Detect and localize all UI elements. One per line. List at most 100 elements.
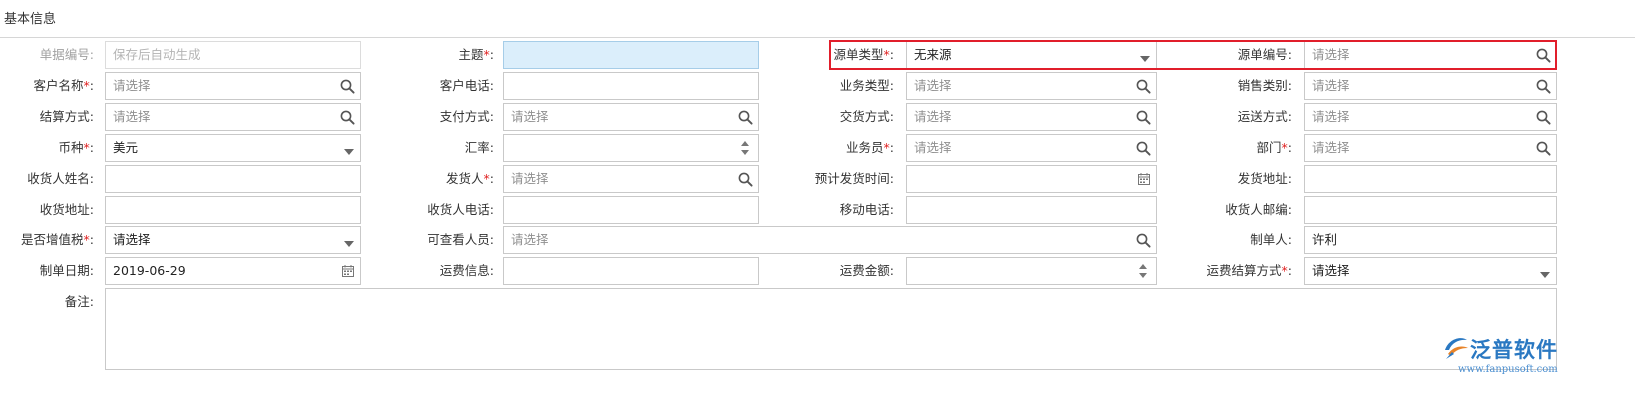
form-row: 收货人姓名: 发货人*: 请选择 预计发货时间: 发货地址: (0, 165, 1635, 193)
field-label-text: 汇率: (464, 140, 494, 155)
field-label: 汇率: (400, 134, 494, 162)
field-label: 业务员*: (800, 134, 894, 162)
收货人电话-input-field[interactable] (503, 196, 759, 224)
运费信息-input-field[interactable] (503, 257, 759, 285)
label-colon: : (1287, 263, 1292, 278)
运费结算方式-select-field[interactable]: 请选择 (1304, 257, 1557, 285)
支付方式-lookup-field[interactable]: 请选择 (503, 103, 759, 131)
calendar-icon[interactable] (1138, 173, 1150, 185)
销售类别-lookup-field[interactable]: 请选择 (1304, 72, 1557, 100)
label-colon: : (889, 140, 894, 155)
search-icon[interactable] (1536, 79, 1551, 94)
field-label: 发货人*: (400, 165, 494, 193)
search-icon[interactable] (340, 110, 355, 125)
field-label: 销售类别: (1200, 72, 1292, 100)
收货人邮编-input-field[interactable] (1304, 196, 1557, 224)
运送方式-lookup-field[interactable]: 请选择 (1304, 103, 1557, 131)
field-label-text: 可查看人员: (427, 232, 494, 247)
form-row: 是否增值税*: 请选择 可查看人员: 请选择 制单人: 许利 (0, 226, 1635, 254)
制单人-input-field[interactable]: 许利 (1304, 226, 1557, 254)
收货地址-input-field[interactable] (105, 196, 361, 224)
运费金额-number-field[interactable] (906, 257, 1157, 285)
发货地址-input-field[interactable] (1304, 165, 1557, 193)
field-label: 收货人姓名: (0, 165, 94, 193)
label-colon: : (89, 78, 94, 93)
calendar-icon[interactable] (342, 265, 354, 277)
客户电话-input-field[interactable] (503, 72, 759, 100)
交货方式-lookup-field[interactable]: 请选择 (906, 103, 1157, 131)
部门-lookup-field[interactable]: 请选择 (1304, 134, 1557, 162)
预计发货时间-date-field[interactable] (906, 165, 1157, 193)
币种-select-field[interactable]: 美元 (105, 134, 361, 162)
spinner-icon[interactable] (1138, 262, 1148, 280)
form-row: 币种*: 美元 汇率: 业务员*: 请选择 部门*: 请选择 (0, 134, 1635, 162)
search-icon[interactable] (1136, 110, 1151, 125)
search-icon[interactable] (1536, 141, 1551, 156)
客户名称-lookup-field[interactable]: 请选择 (105, 72, 361, 100)
收货人姓名-input-field[interactable] (105, 165, 361, 193)
field-value: 请选择 (1312, 47, 1350, 62)
form-row: 收货地址: 收货人电话: 移动电话: 收货人邮编: (0, 196, 1635, 224)
caret-down-icon[interactable] (343, 145, 355, 155)
label-colon: : (89, 232, 94, 247)
源单编号-lookup-field[interactable]: 请选择 (1304, 41, 1557, 69)
field-label-text: 运费信息: (439, 263, 494, 278)
field-label: 单据编号: (0, 41, 94, 69)
search-icon[interactable] (1536, 110, 1551, 125)
field-label: 运费信息: (400, 257, 494, 285)
field-label-text: 预计发货时间: (814, 171, 894, 186)
field-label-text: 收货人电话: (427, 202, 494, 217)
field-label: 收货人邮编: (1200, 196, 1292, 224)
search-icon[interactable] (738, 172, 753, 187)
caret-down-icon[interactable] (343, 237, 355, 247)
field-value: 请选择 (113, 78, 151, 93)
可查看人员-lookup-field[interactable]: 请选择 (503, 226, 1157, 254)
field-label-text: 收货人邮编: (1225, 202, 1292, 217)
field-label: 发货地址: (1200, 165, 1292, 193)
field-label: 客户电话: (400, 72, 494, 100)
form-row: 结算方式: 请选择 支付方式: 请选择 交货方式: 请选择 运送方式: 请选择 (0, 103, 1635, 131)
spinner-icon[interactable] (740, 139, 750, 157)
fanpu-logo: 泛普软件 www.fanpusoft.com (1442, 334, 1562, 382)
field-label-text: 主题 (458, 47, 484, 62)
移动电话-input-field[interactable] (906, 196, 1157, 224)
field-label-text: 交货方式: (839, 109, 894, 124)
业务员-lookup-field[interactable]: 请选择 (906, 134, 1157, 162)
search-icon[interactable] (738, 110, 753, 125)
单据编号-input-field: 保存后自动生成 (105, 41, 361, 69)
是否增值税-select-field[interactable]: 请选择 (105, 226, 361, 254)
field-value: 保存后自动生成 (113, 47, 201, 62)
field-label-text: 制单日期: (39, 263, 94, 278)
源单类型-select-field[interactable]: 无来源 (906, 41, 1157, 69)
field-value: 请选择 (914, 140, 952, 155)
label-colon: : (489, 47, 494, 62)
search-icon[interactable] (1136, 233, 1151, 248)
field-label-text: 业务类型: (839, 78, 894, 93)
field-label-text: 收货人姓名: (27, 171, 94, 186)
field-label: 收货地址: (0, 196, 94, 224)
search-icon[interactable] (1536, 48, 1551, 63)
field-value: 请选择 (1312, 263, 1350, 278)
汇率-number-field[interactable] (503, 134, 759, 162)
field-label-text: 发货地址: (1237, 171, 1292, 186)
remarks-textarea[interactable] (105, 288, 1557, 370)
search-icon[interactable] (340, 79, 355, 94)
field-label: 运费金额: (800, 257, 894, 285)
field-value: 许利 (1312, 232, 1338, 247)
制单日期-date-field[interactable]: 2019-06-29 (105, 257, 361, 285)
search-icon[interactable] (1136, 141, 1151, 156)
主题-input-field[interactable] (503, 41, 759, 69)
caret-down-icon[interactable] (1539, 268, 1551, 278)
业务类型-lookup-field[interactable]: 请选择 (906, 72, 1157, 100)
发货人-lookup-field[interactable]: 请选择 (503, 165, 759, 193)
field-label-text: 源单类型 (833, 47, 884, 62)
field-label-text: 支付方式: (439, 109, 494, 124)
结算方式-lookup-field[interactable]: 请选择 (105, 103, 361, 131)
field-label: 交货方式: (800, 103, 894, 131)
field-label-text: 运费结算方式 (1206, 263, 1282, 278)
field-label-text: 业务员 (846, 140, 884, 155)
caret-down-icon[interactable] (1139, 52, 1151, 62)
field-label: 预计发货时间: (800, 165, 894, 193)
field-label-text: 客户电话: (439, 78, 494, 93)
search-icon[interactable] (1136, 79, 1151, 94)
